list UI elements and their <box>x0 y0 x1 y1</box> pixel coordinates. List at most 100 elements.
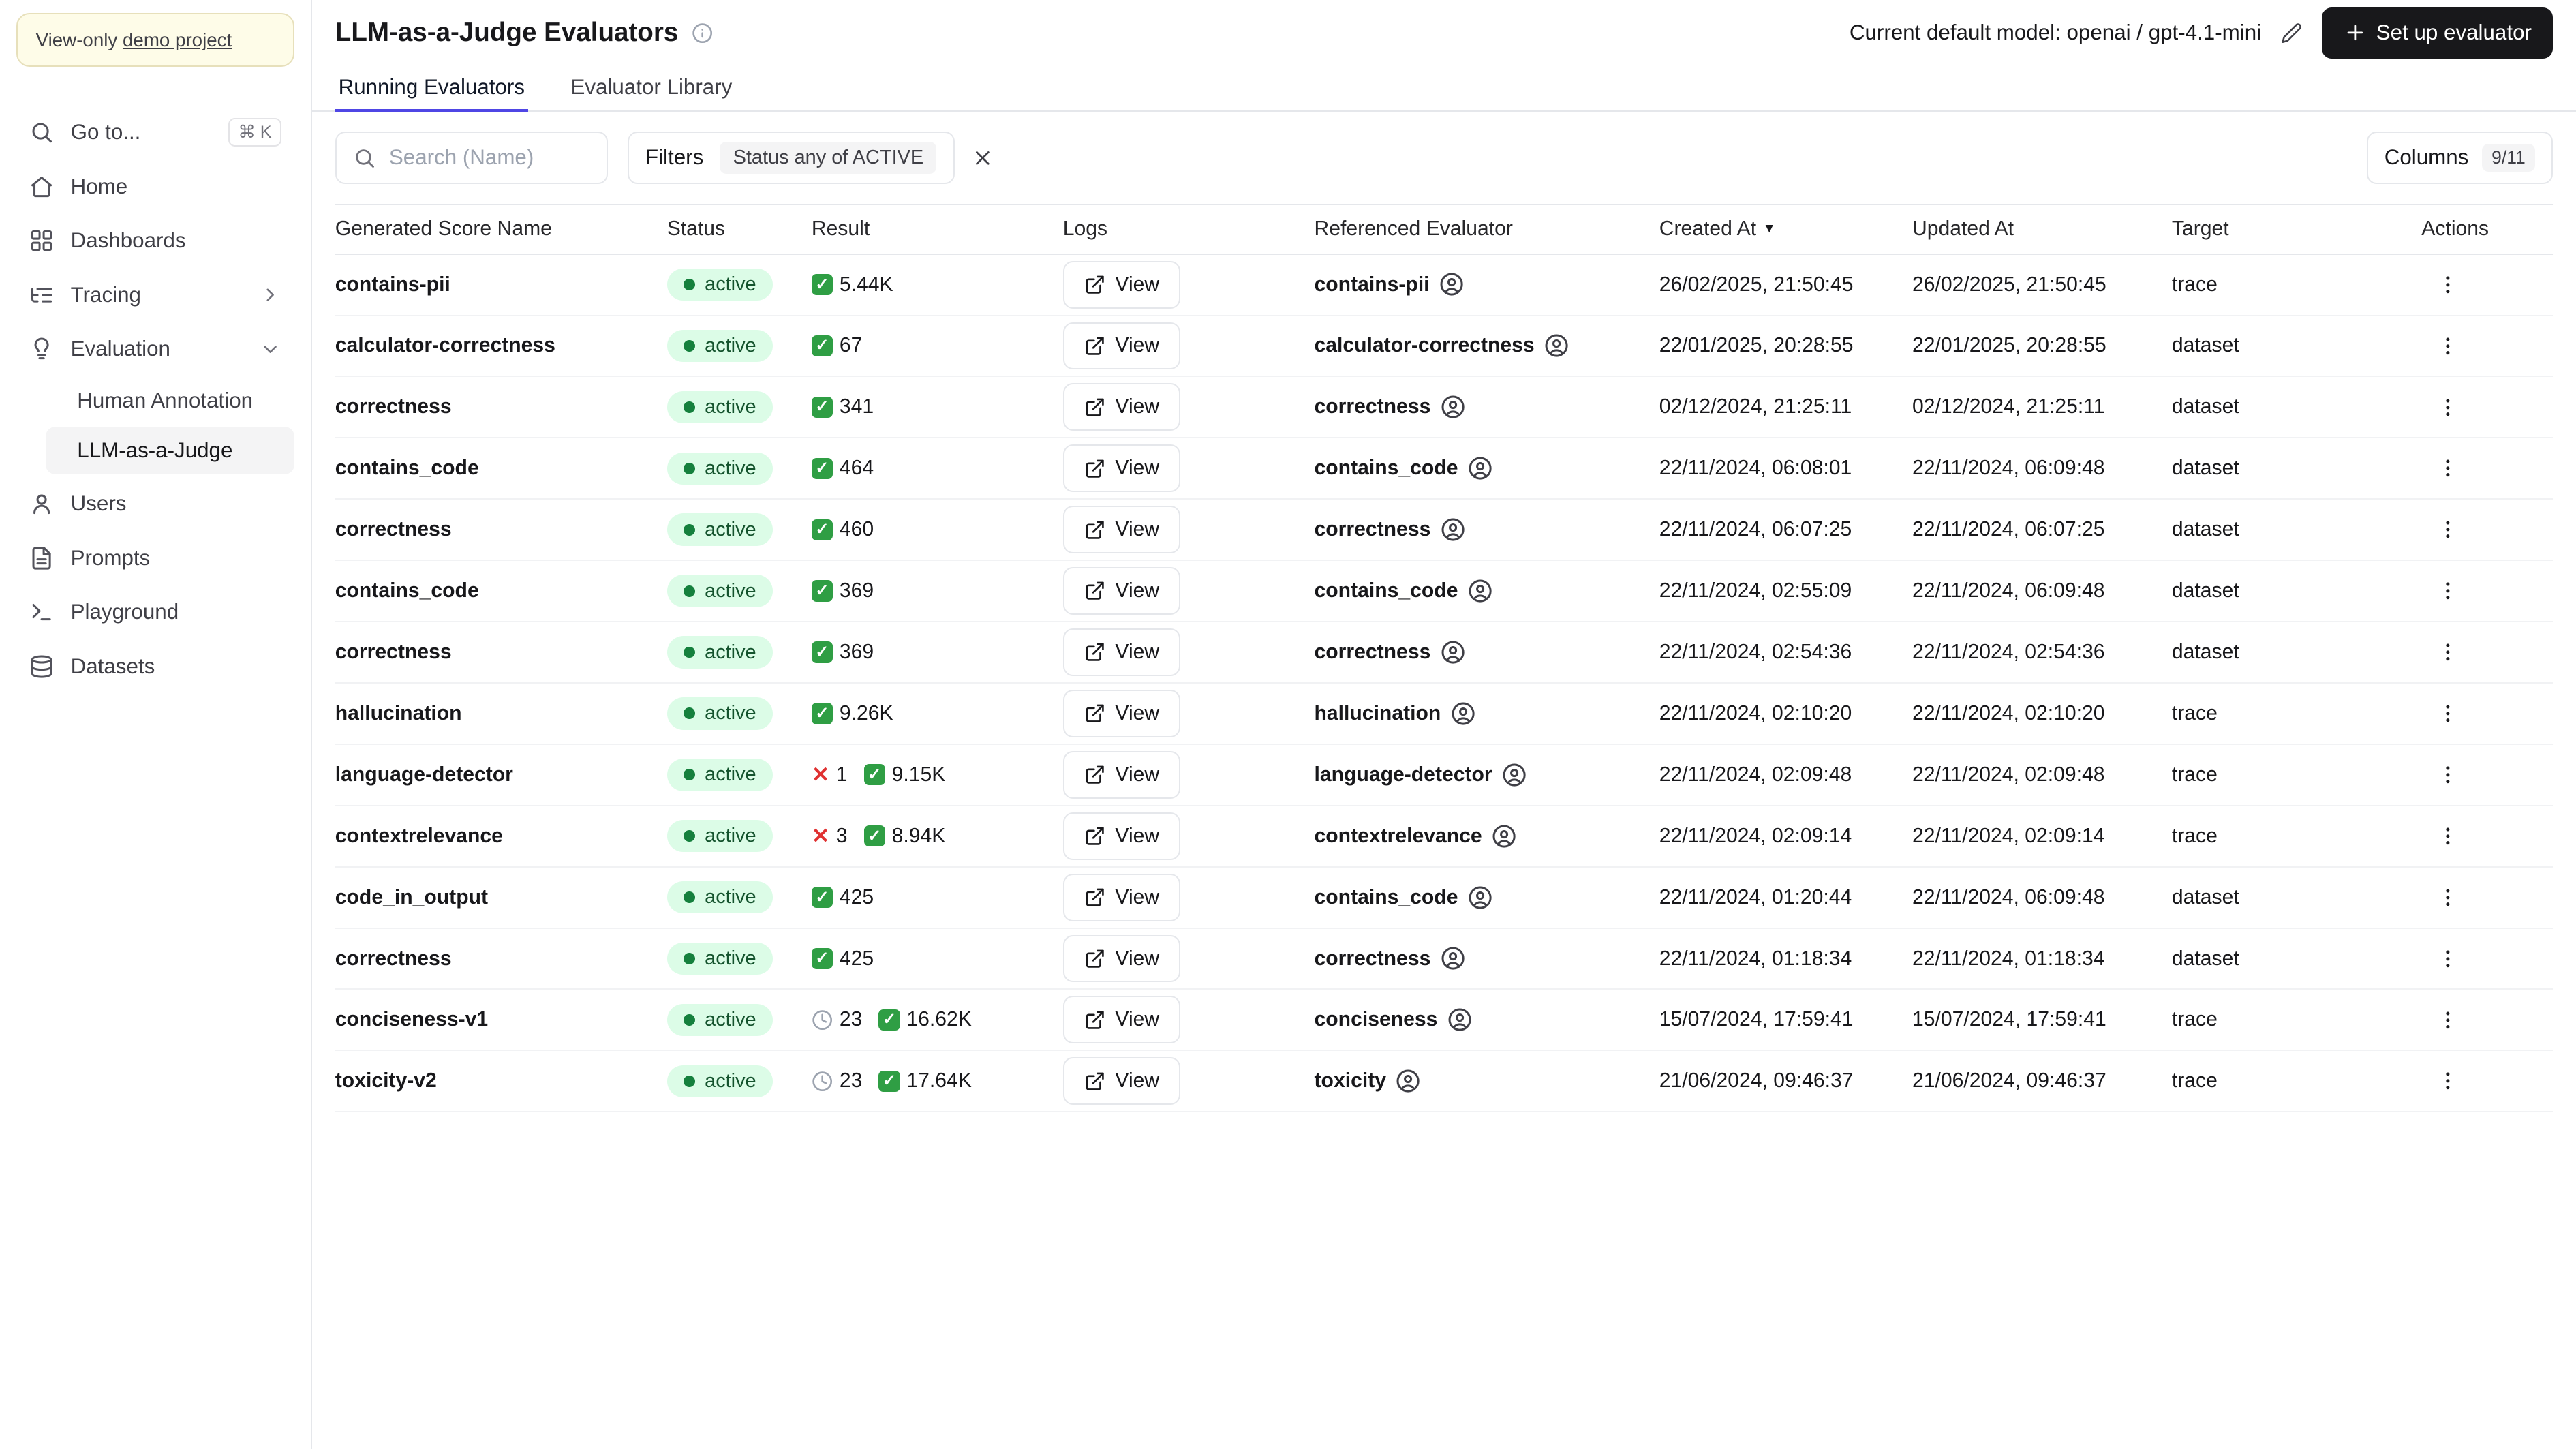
view-logs-button[interactable]: View <box>1062 750 1181 799</box>
status-cell: active <box>666 391 812 424</box>
evaluator-name: conciseness <box>1314 1008 1438 1031</box>
view-logs-button[interactable]: View <box>1062 812 1181 860</box>
columns-button[interactable]: Columns 9/11 <box>2366 131 2554 184</box>
table-row[interactable]: correctness active ✓ 341 View correctness… <box>335 377 2554 439</box>
tab-evaluator-library[interactable]: Evaluator Library <box>568 65 735 112</box>
row-actions-button[interactable] <box>2432 759 2464 791</box>
column-header-created-at[interactable]: Created At ▼ <box>1659 217 1912 241</box>
row-actions-button[interactable] <box>2432 697 2464 730</box>
sidebar-item-evaluation[interactable]: Evaluation <box>16 323 294 376</box>
lightbulb-icon <box>34 337 49 360</box>
result-count: 425 <box>839 947 874 970</box>
status-dot <box>683 462 695 474</box>
edit-model-button[interactable] <box>2278 19 2305 47</box>
kebab-menu-icon <box>2446 521 2450 538</box>
table-row[interactable]: correctness active ✓ 369 View correctness… <box>335 622 2554 684</box>
view-logs-button[interactable]: View <box>1062 260 1181 309</box>
view-logs-button[interactable]: View <box>1062 322 1181 370</box>
sidebar-item-home[interactable]: Home <box>16 160 294 213</box>
table-row[interactable]: hallucination active ✓ 9.26K View halluci… <box>335 684 2554 745</box>
column-header-logs[interactable]: Logs <box>1063 217 1315 241</box>
table-row[interactable]: contextrelevance active ✕ 3 ✓ 8.94K View co… <box>335 806 2554 868</box>
column-header-status[interactable]: Status <box>667 217 812 241</box>
row-actions-button[interactable] <box>2432 1065 2464 1097</box>
created-at-cell: 22/11/2024, 06:08:01 <box>1659 457 1852 480</box>
column-header-referenced-evaluator[interactable]: Referenced Evaluator <box>1315 217 1659 241</box>
search-input[interactable] <box>388 145 590 170</box>
table-row[interactable]: conciseness-v1 active 23 ✓ 16.62K View con… <box>335 990 2554 1052</box>
user-circle-icon <box>1441 641 1465 664</box>
column-header-result[interactable]: Result <box>812 217 1063 241</box>
sidebar-item-prompts[interactable]: Prompts <box>16 532 294 584</box>
row-actions-button[interactable] <box>2432 881 2464 914</box>
view-logs-button[interactable]: View <box>1062 689 1181 737</box>
row-actions-button[interactable] <box>2432 820 2464 853</box>
sidebar-item-datasets[interactable]: Datasets <box>16 640 294 692</box>
info-icon[interactable] <box>692 22 713 44</box>
result-check: ✓ 464 <box>811 457 874 480</box>
sidebar-item-playground[interactable]: Playground <box>16 586 294 639</box>
table-row[interactable]: correctness active ✓ 460 View correctness… <box>335 500 2554 562</box>
filters-button[interactable]: Filters Status any of ACTIVE <box>627 131 955 184</box>
demo-project-link[interactable]: demo project <box>123 29 232 50</box>
column-header-generated-score-name[interactable]: Generated Score Name <box>335 217 667 241</box>
view-logs-button[interactable]: View <box>1062 506 1181 554</box>
row-actions-button[interactable] <box>2432 268 2464 301</box>
sidebar-item-human-annotation[interactable]: Human Annotation <box>46 377 294 425</box>
view-label: View <box>1115 334 1160 357</box>
target-cell: dataset <box>2171 395 2239 418</box>
status-badge: active <box>666 268 773 301</box>
view-logs-button[interactable]: View <box>1062 873 1181 921</box>
view-logs-button[interactable]: View <box>1062 934 1181 983</box>
table-row[interactable]: contains-pii active ✓ 5.44K View contains… <box>335 255 2554 316</box>
actions-cell <box>2421 1065 2553 1097</box>
sort-desc-icon: ▼ <box>1762 222 1776 237</box>
table-row[interactable]: code_in_output active ✓ 425 View contains… <box>335 868 2554 929</box>
column-header-updated-at[interactable]: Updated At <box>1912 217 2172 241</box>
column-header-target[interactable]: Target <box>2172 217 2421 241</box>
result-count: 23 <box>839 1069 863 1093</box>
referenced-evaluator-cell: contains_code <box>1315 456 1659 481</box>
actions-cell <box>2421 881 2553 914</box>
sidebar-item-users[interactable]: Users <box>16 477 294 530</box>
table-row[interactable]: calculator-correctness active ✓ 67 View c… <box>335 316 2554 378</box>
actions-cell <box>2421 513 2553 546</box>
clear-filters-button[interactable] <box>964 140 1000 176</box>
sidebar-item-dashboards[interactable]: Dashboards <box>16 215 294 267</box>
status-label: active <box>705 1069 756 1092</box>
row-actions-button[interactable] <box>2432 1003 2464 1036</box>
sidebar-item-llm-as-a-judge[interactable]: LLM-as-a-Judge <box>46 426 294 474</box>
view-logs-button[interactable]: View <box>1062 996 1181 1044</box>
table-row[interactable]: language-detector active ✕ 1 ✓ 9.15K View l… <box>335 745 2554 806</box>
banner-text: View-only <box>35 29 123 50</box>
row-actions-button[interactable] <box>2432 513 2464 546</box>
view-logs-button[interactable]: View <box>1062 383 1181 431</box>
view-logs-button[interactable]: View <box>1062 628 1181 676</box>
status-cell: active <box>666 268 812 301</box>
view-logs-button[interactable]: View <box>1062 567 1181 615</box>
sidebar-item-tracing[interactable]: Tracing <box>16 269 294 321</box>
grid-icon <box>31 230 52 251</box>
table-row[interactable]: toxicity-v2 active 23 ✓ 17.64K View toxici… <box>335 1051 2554 1113</box>
column-label: Result <box>811 217 870 241</box>
evaluation-subnav: Human Annotation LLM-as-a-Judge <box>16 377 294 476</box>
status-dot <box>683 523 695 536</box>
score-name: language-detector <box>335 763 513 786</box>
row-actions-button[interactable] <box>2432 636 2464 669</box>
setup-evaluator-button[interactable]: Set up evaluator <box>2322 7 2554 59</box>
table-row[interactable]: contains_code active ✓ 369 View contains_… <box>335 561 2554 623</box>
row-actions-button[interactable] <box>2432 942 2464 975</box>
row-actions-button[interactable] <box>2432 575 2464 607</box>
row-actions-button[interactable] <box>2432 391 2464 423</box>
view-only-banner: View-only demo project <box>16 13 294 67</box>
goto-search[interactable]: Go to... ⌘ K <box>16 106 294 159</box>
view-logs-button[interactable]: View <box>1062 1057 1181 1105</box>
success-icon: ✓ <box>811 947 833 970</box>
row-actions-button[interactable] <box>2432 329 2464 362</box>
table-row[interactable]: contains_code active ✓ 464 View contains_… <box>335 438 2554 500</box>
table-row[interactable]: correctness active ✓ 425 View correctness… <box>335 929 2554 990</box>
score-name: toxicity-v2 <box>335 1069 437 1093</box>
row-actions-button[interactable] <box>2432 452 2464 485</box>
tab-running-evaluators[interactable]: Running Evaluators <box>335 65 528 112</box>
view-logs-button[interactable]: View <box>1062 444 1181 493</box>
